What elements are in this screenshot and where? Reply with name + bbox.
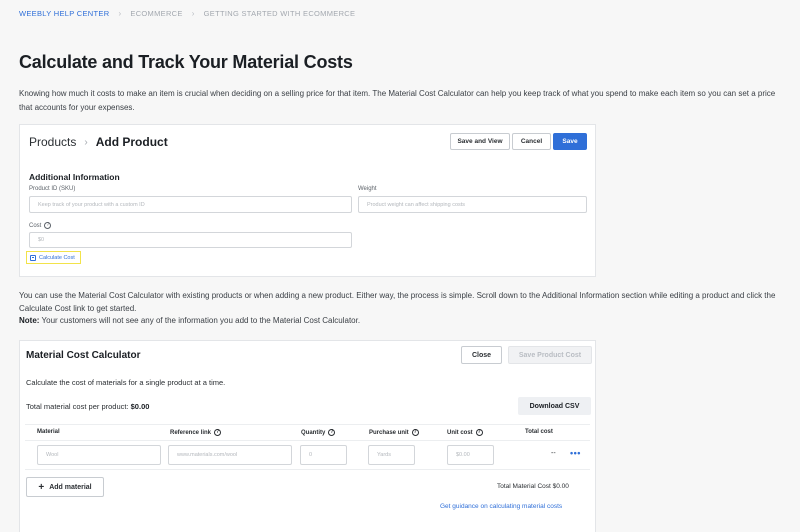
column-reference-link: Reference link? [170,429,222,436]
column-total-cost: Total cost [525,429,553,435]
breadcrumb-getting-started[interactable]: GETTING STARTED WITH ECOMMERCE [204,9,356,18]
calculator-icon [30,254,36,261]
calculator-description: Calculate the cost of materials for a si… [26,378,226,387]
purchase-unit-input[interactable]: Yards [368,445,415,465]
cost-input[interactable]: $0 [29,232,352,248]
page-title: Calculate and Track Your Material Costs [19,52,353,72]
body-paragraph: You can use the Material Cost Calculator… [19,291,776,313]
quantity-input[interactable]: 0 [300,445,347,465]
intro-paragraph: Knowing how much it costs to make an ite… [19,89,776,112]
add-material-button[interactable]: + Add material [26,477,104,497]
total-material-cost-value: $0.00 [130,402,150,411]
table-header: Material Reference link? Quantity? Purch… [25,424,590,441]
help-icon[interactable]: ? [475,429,483,436]
cancel-button[interactable]: Cancel [512,133,551,150]
chevron-right-icon: › [191,9,195,18]
breadcrumb-help-center[interactable]: WEEBLY HELP CENTER [19,9,109,18]
sku-label: Product ID (SKU) [29,186,76,192]
weight-input[interactable]: Product weight can affect shipping costs [358,196,587,213]
body-text: You can use the Material Cost Calculator… [19,290,779,328]
breadcrumb: WEEBLY HELP CENTER › ECOMMERCE › GETTING… [19,9,355,18]
help-icon[interactable]: ? [214,429,222,436]
sku-input[interactable]: Keep track of your product with a custom… [29,196,352,213]
row-divider [25,469,590,470]
column-unit-cost: Unit cost? [447,429,483,436]
note-label: Note: [19,316,40,325]
material-cost-calculator-panel: Material Cost Calculator Close Save Prod… [19,340,596,532]
add-product-title: Add Product [95,135,168,149]
row-total-cost: -- [551,450,556,457]
column-purchase-unit: Purchase unit? [369,429,419,436]
additional-information-heading: Additional Information [29,172,120,182]
calculator-title: Material Cost Calculator [26,350,141,361]
add-product-panel: Products › Add Product Save and View Can… [19,124,596,277]
save-and-view-button[interactable]: Save and View [450,133,510,150]
reference-link-input[interactable]: www.materials.com/wool [168,445,292,465]
total-material-cost-footer: Total Material Cost $0.00 [497,483,569,490]
chevron-right-icon: › [84,136,88,148]
chevron-right-icon: › [118,9,122,18]
download-csv-button[interactable]: Download CSV [518,397,591,415]
help-icon[interactable]: ? [411,429,419,436]
save-product-cost-button[interactable]: Save Product Cost [508,346,592,364]
column-quantity: Quantity? [301,429,336,436]
calculate-cost-link[interactable]: Calculate Cost [26,251,81,264]
material-input[interactable]: Wool [37,445,161,465]
more-options-icon[interactable]: ••• [570,448,581,458]
note-text: Your customers will not see any of the i… [39,316,361,325]
cost-label: Cost? [29,222,52,229]
guidance-link[interactable]: Get guidance on calculating material cos… [440,503,562,510]
breadcrumb-ecommerce[interactable]: ECOMMERCE [130,9,182,18]
save-button[interactable]: Save [553,133,587,150]
help-icon[interactable]: ? [44,222,52,229]
weight-label: Weight [358,186,377,192]
plus-icon: + [38,481,45,493]
unit-cost-input[interactable]: $0.00 [447,445,494,465]
product-header: Products › Add Product [29,135,168,149]
calculate-cost-label: Calculate Cost [39,254,75,261]
help-icon[interactable]: ? [328,429,336,436]
total-material-cost-summary: Total material cost per product: $0.00 [26,402,150,411]
close-button[interactable]: Close [461,346,502,364]
column-material: Material [37,429,60,435]
products-link[interactable]: Products [29,135,76,149]
